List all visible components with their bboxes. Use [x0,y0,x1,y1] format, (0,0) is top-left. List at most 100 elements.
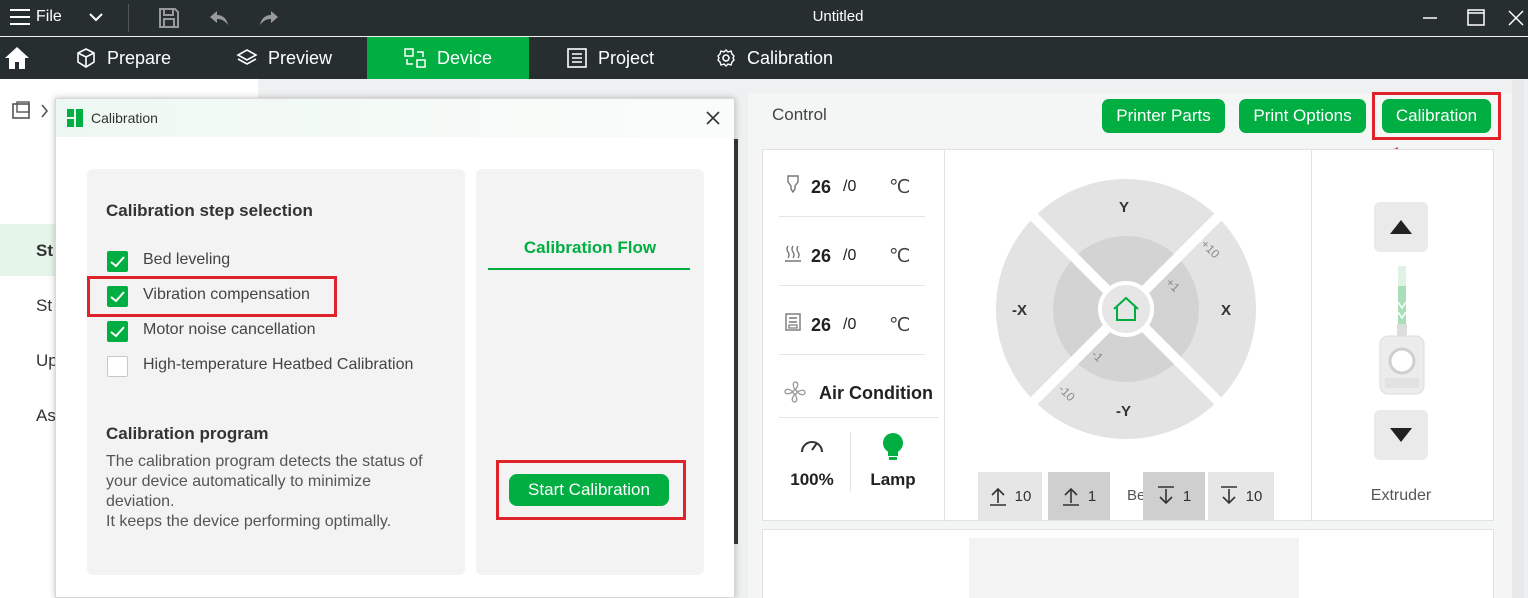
print-options-button[interactable]: Print Options [1239,99,1366,133]
calibration-dialog: Calibration Calibration step selection B… [55,98,738,598]
program-desc-line-1: The calibration program detects the stat… [106,453,423,510]
lamp-bulb-icon [883,433,903,460]
tab-device-label: Device [437,47,493,68]
camera-preview [969,538,1299,598]
divider [850,432,851,492]
highlight-box-calibration [1372,92,1501,140]
calibration-flow-tab[interactable]: Calibration Flow [476,238,704,258]
dialog-header: Calibration [56,99,734,137]
lamp-label: Lamp [870,470,916,489]
air-condition-label: Air Condition [819,383,933,403]
control-panel: Control Printer Parts Print Options Cali… [748,92,1514,598]
bed-up-1-label: 1 [1087,487,1097,505]
program-desc-line-2: It keeps the device performing optimally… [106,513,392,530]
fan-speed-control[interactable]: 100% [779,432,845,492]
sidebar-item-4[interactable]: As [36,406,56,426]
tab-preview-label: Preview [268,47,333,68]
tab-calibration[interactable]: Calibration [715,37,865,79]
bed-down-1-button[interactable]: 1 [1143,472,1205,520]
bed-down-10-label: 10 [1245,487,1263,505]
extruder-label: Extruder [1370,487,1432,504]
step-selection-title: Calibration step selection [106,201,313,220]
heatbed-calibration-checkbox[interactable] [107,356,128,377]
camera-card [762,529,1494,598]
cube-icon [77,48,95,68]
bed-up-1-button[interactable]: 1 [1048,472,1110,520]
chamber-temp-current: 26 [811,315,832,335]
maximize-icon[interactable] [1464,6,1488,30]
dialog-title: Calibration [91,110,158,126]
air-condition-row[interactable]: Air Condition [779,358,939,418]
heatbed-icon [785,245,801,262]
speed-gauge-icon [801,441,823,453]
jog-x-plus[interactable]: X [1221,302,1231,319]
tab-preview[interactable]: Preview [236,37,366,79]
app-logo-icon [67,109,83,127]
motor-noise-checkbox[interactable] [107,321,128,342]
minimize-icon[interactable] [1418,6,1442,30]
heatbed-calibration-label[interactable]: High-temperature Heatbed Calibration [143,356,413,374]
control-card: 26 /0 ℃ 26 /0 ℃ 26 /0 ℃ Air Condition 10… [762,149,1494,522]
jog-y-minus[interactable]: -Y [1116,403,1131,420]
chamber-temp-row[interactable]: 26 /0 ℃ [779,288,925,355]
nozzle-temp-unit: ℃ [889,177,911,198]
tab-prepare-label: Prepare [107,47,172,68]
tab-project-label: Project [598,47,655,68]
fan-icon [784,381,806,403]
bed-leveling-checkbox[interactable] [107,251,128,272]
bed-up-10-label: 10 [1014,487,1032,505]
bed-up-10-button[interactable]: 10 [978,472,1042,520]
chamber-temp-target[interactable]: /0 [843,316,856,334]
program-title: Calibration program [106,424,269,443]
program-description: The calibration program detects the stat… [106,452,436,532]
heatbed-temp-target[interactable]: /0 [843,247,856,265]
checkmark-icon [110,326,125,338]
home-icon[interactable] [4,46,30,70]
triangle-up-icon [1390,220,1412,234]
jog-x-minus[interactable]: -X [1012,302,1027,319]
device-icon [404,48,426,68]
arrow-up-icon [989,487,1006,506]
main-nav: Prepare Preview Device Project Calibrati… [0,37,1528,79]
heatbed-temp-row[interactable]: 26 /0 ℃ [779,219,925,286]
title-bar: File Untitled [0,0,1528,36]
close-window-icon[interactable] [1504,6,1528,30]
flow-tab-underline [488,268,690,270]
nozzle-icon [787,175,799,194]
arrow-down-icon [1220,486,1237,505]
tab-device[interactable]: Device [367,37,529,79]
bed-down-10-button[interactable]: 10 [1208,472,1274,520]
nozzle-temp-row[interactable]: 26 /0 ℃ [779,150,925,217]
project-icon [567,48,587,68]
dialog-scrollbar[interactable] [734,139,738,544]
tab-prepare[interactable]: Prepare [60,37,235,79]
close-icon[interactable] [704,109,722,127]
bed-down-1-label: 1 [1182,487,1192,505]
calibration-options-panel: Calibration step selection Bed leveling … [87,169,465,575]
tab-project[interactable]: Project [566,37,696,79]
divider [944,150,945,522]
sidebar-item-1[interactable]: St [36,241,53,261]
motor-noise-label[interactable]: Motor noise cancellation [143,321,316,339]
highlight-box-start [496,460,686,520]
layers-icon [236,49,258,65]
heatbed-temp-current: 26 [811,246,832,266]
jog-y-plus[interactable]: Y [1119,199,1129,216]
bed-leveling-label[interactable]: Bed leveling [143,251,230,269]
sidebar-item-2[interactable]: St [36,296,52,316]
nozzle-temp-target[interactable]: /0 [843,178,856,196]
page-scrollbar[interactable] [1512,80,1524,598]
heatbed-temp-unit: ℃ [889,246,911,267]
extruder-up-button[interactable] [1374,202,1428,252]
xy-jog-pad[interactable] [996,178,1256,440]
printer-breadcrumb-icon[interactable] [12,101,52,121]
divider [1311,150,1312,522]
extruder-down-button[interactable] [1374,410,1428,460]
tab-calibration-label: Calibration [747,47,834,68]
highlight-box-vibration [87,276,337,317]
control-label: Control [772,105,827,124]
printer-parts-button[interactable]: Printer Parts [1102,99,1225,133]
chamber-temp-unit: ℃ [889,315,911,336]
chamber-icon [785,313,801,331]
lamp-toggle[interactable]: Lamp [853,432,933,492]
